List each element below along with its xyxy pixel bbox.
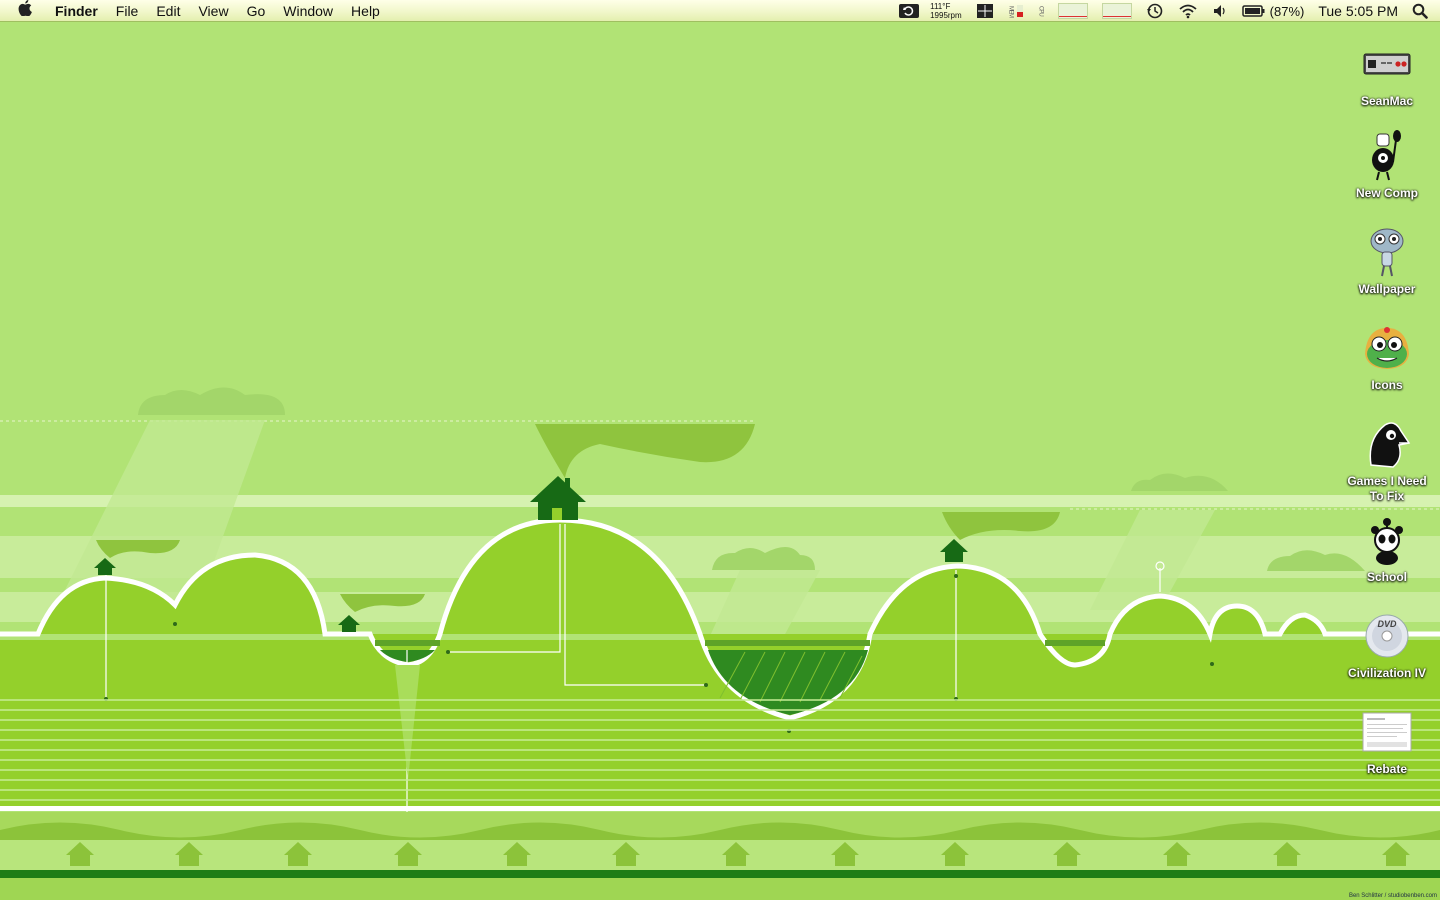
- desktop-icon-rebate[interactable]: Rebate: [1343, 704, 1431, 777]
- memory-meter[interactable]: MEM: [1008, 6, 1014, 17]
- desktop-wallpaper: [0, 22, 1440, 900]
- menu-clock[interactable]: Tue 5:05 PM: [1318, 4, 1398, 18]
- desktop-icon-label: School: [1366, 570, 1407, 584]
- black-bird-icon: [1359, 416, 1415, 472]
- desktop-icon-label: Games I Need To Fix: [1347, 474, 1427, 503]
- battery-percentage: (87%): [1269, 3, 1305, 19]
- battery-status[interactable]: (87%): [1241, 3, 1305, 19]
- sync-icon[interactable]: [898, 3, 920, 19]
- wifi-icon[interactable]: [1178, 3, 1198, 19]
- keroro-frog-icon: [1359, 320, 1415, 376]
- volume-icon[interactable]: [1212, 3, 1228, 19]
- desktop-icon-label: Rebate: [1366, 762, 1407, 776]
- menu-view[interactable]: View: [189, 0, 237, 22]
- desktop-icon-school[interactable]: School: [1343, 512, 1431, 585]
- battery-icon: [1241, 5, 1265, 17]
- desktop-icon-new-comp[interactable]: New Comp: [1343, 128, 1431, 201]
- desktop-icon-label: Icons: [1371, 378, 1403, 392]
- desktop-icon-icons[interactable]: Icons: [1343, 320, 1431, 393]
- cpu-meter[interactable]: CPU: [1038, 6, 1044, 16]
- temperature-value: 111°F: [930, 2, 951, 11]
- spaces-icon[interactable]: [976, 3, 994, 19]
- menu-window[interactable]: Window: [274, 0, 342, 22]
- desktop-icon-games-i-need-to-fix[interactable]: Games I Need To Fix: [1343, 416, 1431, 504]
- menu-extras: 111°F 1995rpm MEM CPU (87%) Tue 5:05 PM: [891, 0, 1440, 22]
- desktop-icon-label: New Comp: [1355, 186, 1418, 200]
- network-graph-icon: [1057, 3, 1088, 19]
- dvd-badge-label: DVD: [1377, 619, 1397, 629]
- menu-edit[interactable]: Edit: [147, 0, 189, 22]
- desktop-icon-label: SeanMac: [1360, 94, 1414, 108]
- nes-controller-icon: [1359, 36, 1415, 92]
- desktop-icon-label: Wallpaper: [1358, 282, 1416, 296]
- desktop-icon-seanmac[interactable]: SeanMac: [1343, 36, 1431, 109]
- dvd-disc-icon: DVD: [1359, 608, 1415, 664]
- memory-bar-icon: [1016, 3, 1024, 19]
- menu-help[interactable]: Help: [342, 0, 389, 22]
- time-machine-icon[interactable]: [1146, 2, 1164, 20]
- cpu-label: CPU: [1037, 6, 1044, 16]
- desktop-icon-wallpaper[interactable]: Wallpaper: [1343, 224, 1431, 297]
- desktop-icon-civilization-iv[interactable]: DVD Civilization IV: [1343, 608, 1431, 681]
- fan-speed-value: 1995rpm: [930, 11, 962, 20]
- blue-robot-icon: [1359, 224, 1415, 280]
- chef-character-icon: [1359, 128, 1415, 184]
- memory-label: MEM: [1007, 5, 1014, 17]
- menu-file[interactable]: File: [107, 0, 148, 22]
- menu-go[interactable]: Go: [238, 0, 275, 22]
- panda-character-icon: [1359, 512, 1415, 568]
- disk-graph-icon: [1101, 3, 1132, 19]
- document-thumbnail-icon: [1359, 704, 1415, 760]
- temperature-fan-readout[interactable]: 111°F 1995rpm: [930, 2, 962, 20]
- menu-app-finder[interactable]: Finder: [46, 0, 107, 22]
- menu-bar: Finder File Edit View Go Window Help 111…: [0, 0, 1440, 22]
- spotlight-search-icon[interactable]: [1412, 3, 1428, 19]
- apple-menu-icon[interactable]: [0, 0, 46, 22]
- wallpaper-credit: Ben Schlitter / studiobenben.com: [1348, 893, 1437, 899]
- desktop-icon-label: Civilization IV: [1347, 666, 1426, 680]
